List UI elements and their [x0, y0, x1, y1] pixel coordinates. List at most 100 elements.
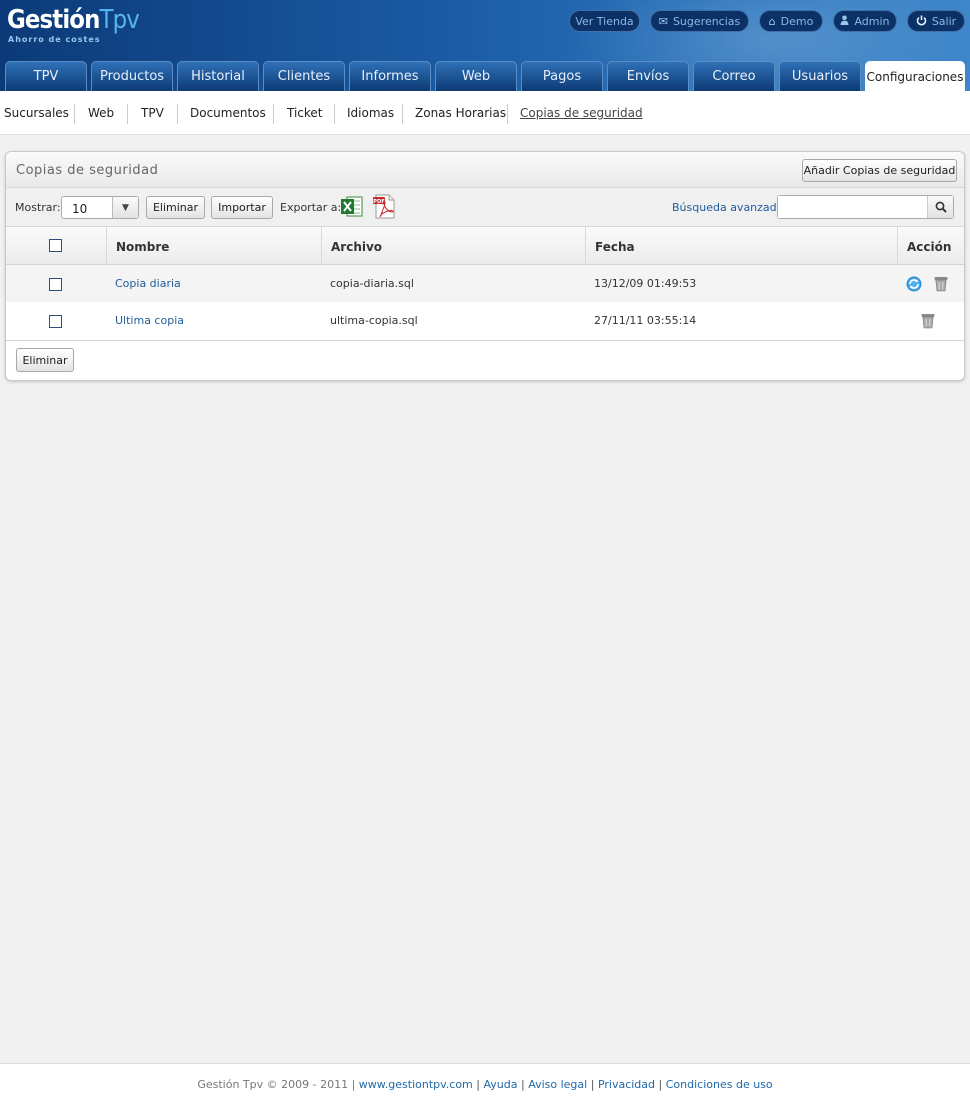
backup-name-link[interactable]: Ultima copia	[115, 314, 184, 327]
footer-link-aviso-legal[interactable]: Aviso legal	[528, 1078, 587, 1091]
page-size-value: 10	[72, 202, 88, 216]
pdf-export-icon[interactable]: PDF	[372, 194, 397, 219]
tab-label: TPV	[33, 69, 59, 84]
panel-title: Copias de seguridad	[16, 163, 159, 178]
salir-button[interactable]: Salir	[907, 10, 965, 32]
logo-accent-text: Tpv	[99, 5, 140, 35]
search-input[interactable]	[778, 196, 927, 218]
subnav-divider	[273, 104, 274, 124]
subnav-documentos[interactable]: Documentos	[190, 106, 266, 120]
subnav-zonas-horarias[interactable]: Zonas Horarias	[415, 106, 506, 120]
show-label: Mostrar:	[15, 201, 61, 214]
footer: Gestión Tpv © 2009 - 2011 | www.gestiont…	[0, 1063, 970, 1105]
tab-productos[interactable]: Productos	[91, 61, 173, 91]
tab-label: Informes	[361, 69, 419, 84]
tab-label: Envíos	[626, 69, 670, 84]
tab-usuarios[interactable]: Usuarios	[779, 61, 861, 91]
search-icon[interactable]	[927, 196, 953, 218]
tab-label: Correo	[712, 69, 756, 84]
column-divider	[897, 227, 898, 264]
sub-navigation: Sucursales Web TPV Documentos Ticket Idi…	[0, 91, 970, 135]
ver-tienda-button[interactable]: Ver Tienda	[569, 10, 640, 32]
footer-separator: |	[658, 1078, 663, 1091]
subnav-divider	[177, 104, 178, 124]
backup-date: 13/12/09 01:49:53	[594, 277, 697, 290]
advanced-search-link[interactable]: Búsqueda avanzada	[672, 201, 783, 214]
subnav-divider	[402, 104, 403, 124]
demo-button[interactable]: ⌂ Demo	[759, 10, 823, 32]
ver-tienda-label: Ver Tienda	[575, 14, 634, 28]
import-button[interactable]: Importar	[211, 196, 273, 219]
column-header-fecha[interactable]: Fecha	[595, 240, 635, 254]
subnav-divider	[507, 104, 508, 124]
tab-label: Historial	[191, 69, 245, 84]
subnav-tpv[interactable]: TPV	[141, 106, 164, 120]
table-toolbar: Mostrar: 10 ▼ Eliminar Importar Exportar…	[6, 188, 964, 227]
footer-link-privacidad[interactable]: Privacidad	[598, 1078, 655, 1091]
tab-label: Clientes	[277, 69, 331, 84]
footer-copyright: Gestión Tpv © 2009 - 2011 |	[197, 1078, 356, 1091]
user-icon	[840, 15, 849, 27]
tab-pagos[interactable]: Pagos	[521, 61, 603, 91]
excel-export-icon[interactable]	[340, 195, 363, 218]
admin-label: Admin	[854, 14, 890, 28]
export-label: Exportar a:	[280, 201, 342, 214]
subnav-idiomas[interactable]: Idiomas	[347, 106, 394, 120]
footer-separator: |	[476, 1078, 480, 1091]
tab-historial[interactable]: Historial	[177, 61, 259, 91]
subnav-divider	[74, 104, 75, 124]
sugerencias-button[interactable]: ✉ Sugerencias	[650, 10, 749, 32]
backup-file: copia-diaria.sql	[330, 277, 414, 290]
chevron-down-icon[interactable]: ▼	[112, 197, 138, 218]
table-header: Nombre Archivo Fecha Acción	[6, 227, 964, 265]
tab-label: Configuraciones	[866, 69, 964, 84]
page-size-select[interactable]: 10 ▼	[61, 196, 139, 219]
logo-main-text: Gestión	[7, 5, 100, 35]
tab-configuraciones[interactable]: Configuraciones	[865, 61, 965, 91]
column-divider	[321, 227, 322, 264]
power-icon	[916, 15, 927, 28]
admin-button[interactable]: Admin	[833, 10, 897, 32]
subnav-divider	[334, 104, 335, 124]
panel-header: Copias de seguridad Añadir Copias de seg…	[6, 152, 964, 188]
table-row: Copia diaria copia-diaria.sql 13/12/09 0…	[6, 265, 964, 302]
footer-link-condiciones[interactable]: Condiciones de uso	[666, 1078, 773, 1091]
row-checkbox[interactable]	[49, 278, 62, 291]
trash-icon[interactable]	[933, 275, 949, 292]
tab-label: Productos	[99, 69, 165, 84]
column-header-archivo[interactable]: Archivo	[331, 240, 382, 254]
backup-name-link[interactable]: Copia diaria	[115, 277, 181, 290]
tab-label: Pagos	[542, 69, 582, 84]
delete-toolbar-button[interactable]: Eliminar	[146, 196, 205, 219]
footer-link-ayuda[interactable]: Ayuda	[484, 1078, 518, 1091]
logo[interactable]: GestiónTpv Ahorro de costes	[7, 5, 157, 44]
subnav-web[interactable]: Web	[88, 106, 114, 120]
tab-tpv[interactable]: TPV	[5, 61, 87, 91]
row-checkbox[interactable]	[49, 315, 62, 328]
column-header-nombre[interactable]: Nombre	[116, 240, 169, 254]
column-divider	[585, 227, 586, 264]
search-box	[777, 195, 954, 219]
tab-informes[interactable]: Informes	[349, 61, 431, 91]
envelope-icon: ✉	[658, 14, 668, 28]
header: GestiónTpv Ahorro de costes Ver Tienda ✉…	[0, 0, 970, 91]
footer-link-website[interactable]: www.gestiontpv.com	[359, 1078, 473, 1091]
select-all-checkbox[interactable]	[49, 239, 62, 252]
tab-correo[interactable]: Correo	[693, 61, 775, 91]
footer-separator: |	[590, 1078, 595, 1091]
subnav-copias-de-seguridad[interactable]: Copias de seguridad	[520, 106, 643, 120]
subnav-sucursales[interactable]: Sucursales	[4, 106, 69, 120]
delete-bottom-button[interactable]: Eliminar	[16, 348, 74, 372]
logo-tagline: Ahorro de costes	[8, 35, 101, 44]
trash-icon[interactable]	[920, 312, 936, 329]
add-backup-button[interactable]: Añadir Copias de seguridad	[802, 159, 957, 182]
footer-separator: |	[520, 1078, 525, 1091]
subnav-ticket[interactable]: Ticket	[287, 106, 323, 120]
tab-label: Web	[461, 69, 491, 84]
table-row: Ultima copia ultima-copia.sql 27/11/11 0…	[6, 302, 964, 339]
restore-icon[interactable]	[906, 276, 922, 292]
subnav-divider	[127, 104, 128, 124]
tab-clientes[interactable]: Clientes	[263, 61, 345, 91]
tab-web[interactable]: Web	[435, 61, 517, 91]
tab-envios[interactable]: Envíos	[607, 61, 689, 91]
